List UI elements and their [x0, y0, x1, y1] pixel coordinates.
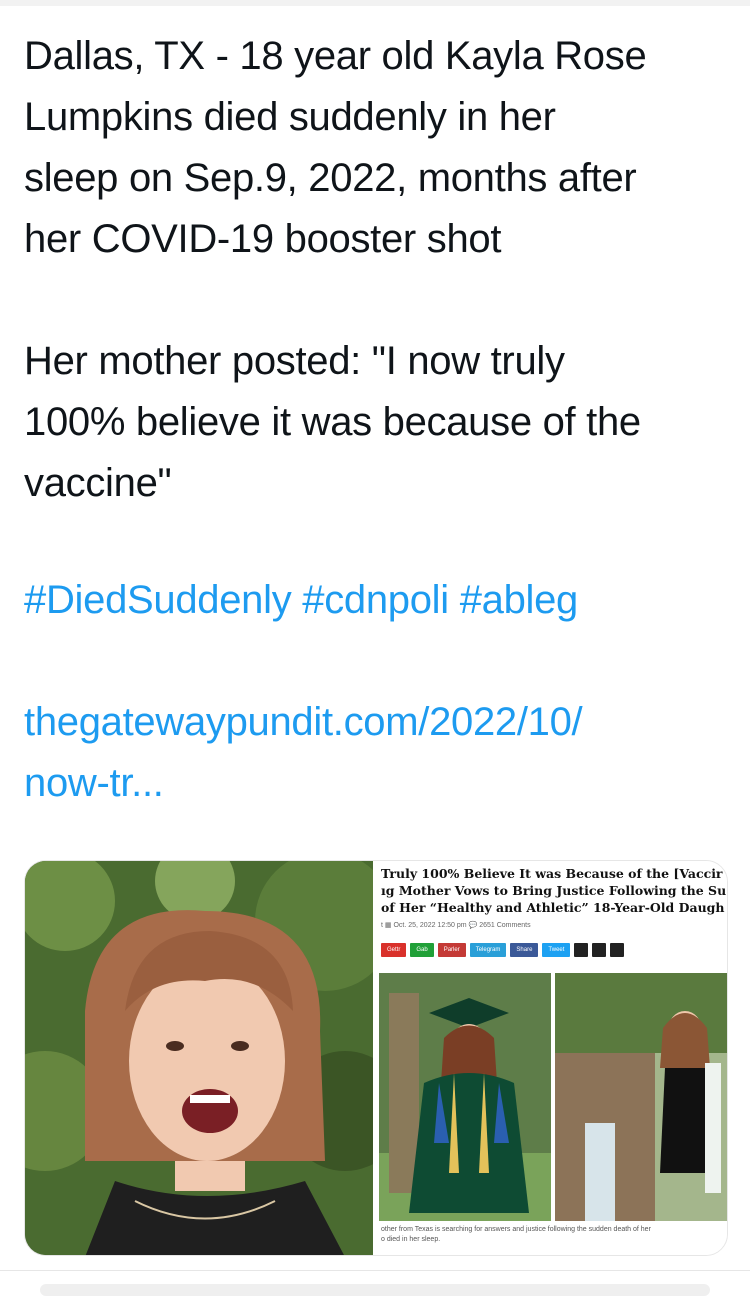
email-icon[interactable] — [592, 943, 607, 957]
hashtag-cdnpoli[interactable]: #cdnpoli — [302, 578, 449, 622]
article-caption: other from Texas is searching for answer… — [381, 1225, 727, 1245]
tweet-line: her COVID-19 booster shot — [24, 217, 502, 261]
caption-line: other from Texas is searching for answer… — [381, 1226, 651, 1233]
article-link[interactable]: thegatewaypundit.com/2022/10/ now-tr... — [24, 692, 724, 814]
tweet-line: 100% believe it was because of the — [24, 400, 641, 444]
tweet-line: Her mother posted: "I now truly — [24, 339, 565, 383]
tweet-line: vaccine" — [24, 461, 172, 505]
telegram-button[interactable]: Telegram — [469, 943, 507, 957]
headline-line: of Her “Healthy and Athletic” 18-Year-Ol… — [381, 900, 725, 915]
gab-button[interactable]: Gab — [410, 943, 434, 957]
top-strip — [0, 0, 750, 6]
hashtag-diedsuddenly[interactable]: #DiedSuddenly — [24, 578, 292, 622]
graduation-photo — [379, 973, 551, 1221]
tweet-button[interactable]: Tweet — [542, 943, 571, 957]
tweet-line: Lumpkins died suddenly in her — [24, 95, 556, 139]
fountain-photo — [555, 973, 727, 1221]
next-item-edge — [40, 1284, 710, 1296]
link-line: thegatewaypundit.com/2022/10/ — [24, 700, 583, 744]
headline-line: ıg Mother Vows to Bring Justice Followin… — [381, 883, 727, 898]
tweet-text: Dallas, TX - 18 year old Kayla Rose Lump… — [24, 26, 729, 514]
tweet-line: Dallas, TX - 18 year old Kayla Rose — [24, 34, 647, 78]
article-headline: Truly 100% Believe It was Because of the… — [381, 865, 727, 916]
facebook-share-button[interactable]: Share — [510, 943, 539, 957]
print-icon[interactable] — [610, 943, 625, 957]
sms-icon[interactable] — [574, 943, 589, 957]
graduation-drawing — [379, 973, 551, 1221]
gettr-button[interactable]: Gettr — [381, 943, 407, 957]
article-meta: t ▦ Oct. 25, 2022 12:50 pm 💬 2651 Commen… — [381, 922, 531, 929]
hashtag-row: #DiedSuddenly #cdnpoli #ableg — [24, 570, 578, 631]
parler-button[interactable]: Parler — [437, 943, 466, 957]
share-buttons: Gettr Gab Parler Telegram Share Tweet — [381, 943, 625, 959]
hashtag-ableg[interactable]: #ableg — [460, 578, 579, 622]
media-attachment[interactable]: Truly 100% Believe It was Because of the… — [24, 860, 728, 1256]
article-screenshot[interactable]: Truly 100% Believe It was Because of the… — [375, 861, 727, 1255]
link-line: now-tr... — [24, 761, 164, 805]
caption-line: o died in her sleep. — [381, 1236, 441, 1243]
fountain-drawing — [555, 973, 727, 1221]
girl-portrait-image[interactable] — [25, 861, 373, 1255]
headline-line: Truly 100% Believe It was Because of the… — [381, 866, 723, 881]
portrait-drawing — [25, 861, 373, 1255]
tweet-line: sleep on Sep.9, 2022, months after — [24, 156, 637, 200]
